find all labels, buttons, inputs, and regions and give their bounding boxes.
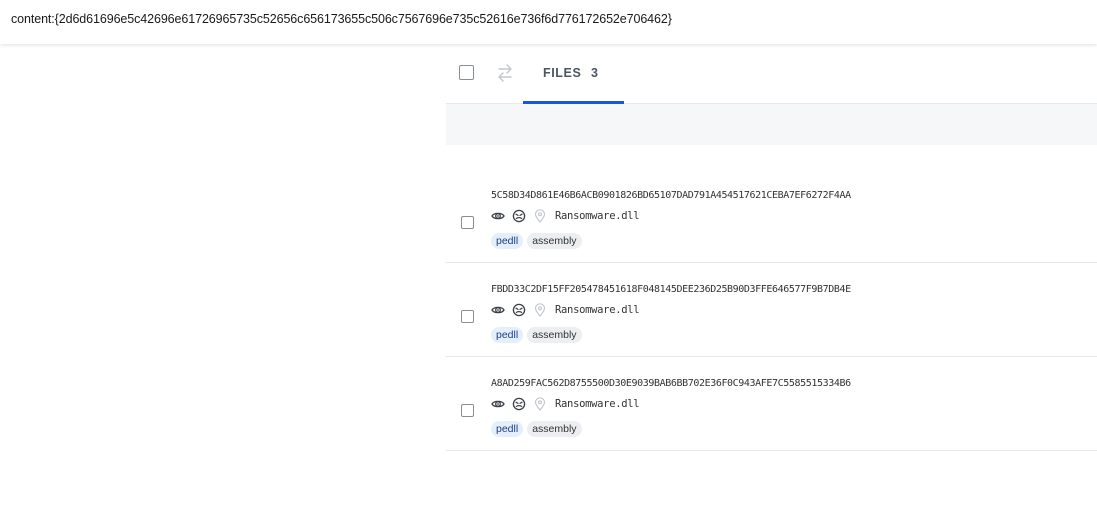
file-tags: pedll assembly [491,233,586,249]
tab-bar: FILES 3 [446,44,1097,104]
select-all-checkbox[interactable] [459,65,474,80]
file-row[interactable]: 5C58D34D861E46B6ACB0901826BD65107DAD791A… [446,169,1097,263]
file-meta: Ransomware.dll [491,208,640,224]
tag-assembly[interactable]: assembly [527,233,582,249]
tab-files-label: FILES [543,66,582,80]
file-tags: pedll assembly [491,327,586,343]
file-hash[interactable]: FBDD33C2DF15FF205478451618F048145DEE236D… [491,284,851,295]
file-tags: pedll assembly [491,421,586,437]
file-hash[interactable]: 5C58D34D861E46B6ACB0901826BD65107DAD791A… [491,190,851,201]
file-name: Ransomware.dll [555,210,640,222]
file-name: Ransomware.dll [555,398,640,410]
file-row[interactable]: FBDD33C2DF15FF205478451618F048145DEE236D… [446,263,1097,357]
tag-assembly[interactable]: assembly [527,421,582,437]
row-checkbox[interactable] [461,310,474,323]
eye-icon[interactable] [491,397,505,411]
tab-files[interactable]: FILES 3 [523,44,624,104]
tag-pedll[interactable]: pedll [491,327,524,343]
location-pin-icon [534,303,546,317]
swap-arrows-icon[interactable] [496,63,514,83]
content-header: content:{2d6d61696e5c42696e61726965735c5… [11,12,672,26]
tab-files-count: 3 [591,66,598,80]
tag-pedll[interactable]: pedll [491,233,524,249]
tag-assembly[interactable]: assembly [527,327,582,343]
tag-pedll[interactable]: pedll [491,421,524,437]
file-name: Ransomware.dll [555,304,640,316]
eye-icon[interactable] [491,303,505,317]
location-pin-icon [534,209,546,223]
location-pin-icon [534,397,546,411]
files-panel: FILES 3 5C58D34D861E46B6ACB0901826BD6510… [446,44,1097,519]
row-checkbox[interactable] [461,404,474,417]
bug-icon[interactable] [512,397,526,411]
bug-icon[interactable] [512,303,526,317]
file-meta: Ransomware.dll [491,302,640,318]
row-checkbox[interactable] [461,216,474,229]
filter-bar [446,104,1097,145]
top-bar: content:{2d6d61696e5c42696e61726965735c5… [0,0,1097,44]
file-hash[interactable]: A8AD259FAC562D8755500D30E9039BAB6BB702E3… [491,378,851,389]
bug-icon[interactable] [512,209,526,223]
file-row[interactable]: A8AD259FAC562D8755500D30E9039BAB6BB702E3… [446,357,1097,451]
eye-icon[interactable] [491,209,505,223]
file-meta: Ransomware.dll [491,396,640,412]
